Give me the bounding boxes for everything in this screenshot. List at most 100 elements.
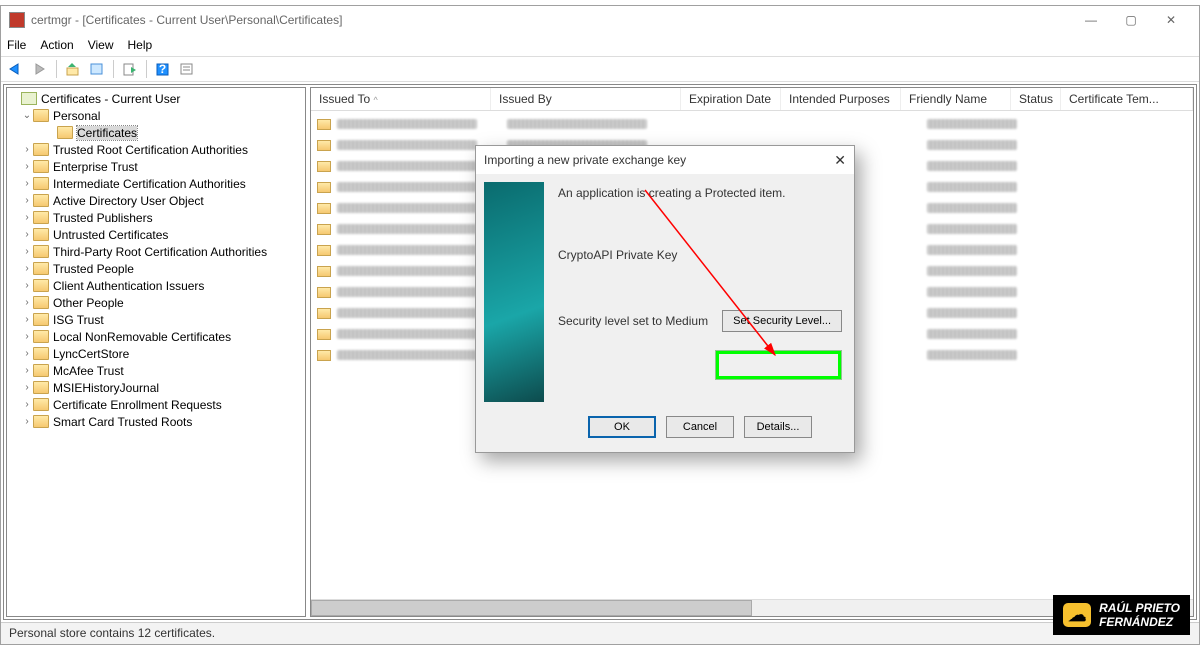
col-friendly[interactable]: Friendly Name <box>901 88 1011 110</box>
menu-action[interactable]: Action <box>40 38 73 52</box>
tree-item[interactable]: ›MSIEHistoryJournal <box>9 379 303 396</box>
folder-icon <box>33 296 49 309</box>
folder-icon <box>33 245 49 258</box>
tree-item[interactable]: ›Active Directory User Object <box>9 192 303 209</box>
col-purpose[interactable]: Intended Purposes <box>781 88 901 110</box>
expand-icon[interactable]: › <box>21 161 33 172</box>
tree-item[interactable]: ›Untrusted Certificates <box>9 226 303 243</box>
tree-root[interactable]: Certificates - Current User <box>41 92 180 106</box>
tree-pane[interactable]: Certificates - Current User ⌄ Personal Ce… <box>6 87 306 617</box>
folder-icon <box>33 143 49 156</box>
tree-item[interactable]: ›Trusted Publishers <box>9 209 303 226</box>
dialog-title: Importing a new private exchange key <box>484 153 834 167</box>
expand-icon[interactable]: › <box>21 331 33 342</box>
expand-icon[interactable]: › <box>21 365 33 376</box>
expand-icon[interactable]: ⌄ <box>21 110 33 121</box>
expand-icon[interactable]: › <box>21 297 33 308</box>
col-issued-by[interactable]: Issued By <box>491 88 681 110</box>
up-button[interactable] <box>62 58 84 80</box>
export-button[interactable] <box>119 58 141 80</box>
menu-view[interactable]: View <box>88 38 114 52</box>
list-item[interactable] <box>317 116 1187 132</box>
maximize-button[interactable]: ▢ <box>1111 7 1151 33</box>
tree-item[interactable]: ›Smart Card Trusted Roots <box>9 413 303 430</box>
tree-item[interactable]: ›Client Authentication Issuers <box>9 277 303 294</box>
dialog-sidebar-graphic <box>484 182 544 402</box>
folder-icon <box>33 262 49 275</box>
tree-item[interactable]: ›McAfee Trust <box>9 362 303 379</box>
watermark: ☁ RAÚL PRIETO FERNÁNDEZ <box>1053 595 1190 635</box>
col-issued-to[interactable]: Issued To ^ <box>311 88 491 110</box>
folder-icon <box>33 211 49 224</box>
expand-icon[interactable]: › <box>21 416 33 427</box>
expand-icon[interactable]: › <box>21 263 33 274</box>
expand-icon[interactable]: › <box>21 229 33 240</box>
dialog-line-2: CryptoAPI Private Key <box>558 248 842 262</box>
tree-item[interactable]: ›Third-Party Root Certification Authorit… <box>9 243 303 260</box>
expand-icon[interactable]: › <box>21 314 33 325</box>
menu-file[interactable]: File <box>7 38 26 52</box>
expand-icon[interactable]: › <box>21 144 33 155</box>
folder-icon <box>33 381 49 394</box>
folder-icon <box>33 330 49 343</box>
forward-button[interactable] <box>29 58 51 80</box>
tree-certificates[interactable]: Certificates <box>77 126 137 140</box>
folder-icon <box>33 313 49 326</box>
cancel-button[interactable]: Cancel <box>666 416 734 438</box>
folder-icon <box>33 364 49 377</box>
tree-item[interactable]: ›Intermediate Certification Authorities <box>9 175 303 192</box>
tree-item[interactable]: ›Enterprise Trust <box>9 158 303 175</box>
col-exp[interactable]: Expiration Date <box>681 88 781 110</box>
titlebar: certmgr - [Certificates - Current User\P… <box>1 6 1199 34</box>
menubar: File Action View Help <box>1 34 1199 56</box>
tree-item[interactable]: ›Local NonRemovable Certificates <box>9 328 303 345</box>
folder-icon <box>33 160 49 173</box>
help-button[interactable]: ? <box>152 58 174 80</box>
expand-icon[interactable]: › <box>21 178 33 189</box>
tree-item[interactable]: ›Certificate Enrollment Requests <box>9 396 303 413</box>
back-button[interactable] <box>5 58 27 80</box>
ok-button[interactable]: OK <box>588 416 656 438</box>
private-key-dialog: Importing a new private exchange key ✕ A… <box>475 145 855 453</box>
expand-icon[interactable]: › <box>21 212 33 223</box>
tree-item[interactable]: ›Trusted People <box>9 260 303 277</box>
tree-item[interactable]: ›ISG Trust <box>9 311 303 328</box>
list-header: Issued To ^ Issued By Expiration Date In… <box>311 88 1193 111</box>
toolbar: ? <box>1 56 1199 82</box>
expand-icon[interactable]: › <box>21 382 33 393</box>
folder-icon <box>33 109 49 122</box>
tree-item[interactable]: ›Trusted Root Certification Authorities <box>9 141 303 158</box>
tree-personal[interactable]: Personal <box>53 109 100 123</box>
statusbar: Personal store contains 12 certificates. <box>1 622 1199 644</box>
menu-help[interactable]: Help <box>128 38 153 52</box>
window-title: certmgr - [Certificates - Current User\P… <box>31 13 1071 27</box>
folder-icon <box>57 126 73 139</box>
folder-icon <box>33 194 49 207</box>
expand-icon[interactable]: › <box>21 348 33 359</box>
folder-icon <box>33 228 49 241</box>
folder-icon <box>33 279 49 292</box>
tree-item[interactable]: ›LyncCertStore <box>9 345 303 362</box>
list-view-button[interactable] <box>176 58 198 80</box>
dialog-close-icon[interactable]: ✕ <box>834 152 846 169</box>
folder-icon <box>33 415 49 428</box>
minimize-button[interactable]: — <box>1071 7 1111 33</box>
expand-icon[interactable]: › <box>21 280 33 291</box>
folder-icon <box>33 177 49 190</box>
expand-icon[interactable]: › <box>21 399 33 410</box>
dialog-line-1: An application is creating a Protected i… <box>558 186 842 200</box>
close-button[interactable]: ✕ <box>1151 7 1191 33</box>
brain-icon: ☁ <box>1063 603 1091 627</box>
props-button[interactable] <box>86 58 108 80</box>
col-template[interactable]: Certificate Tem... <box>1061 88 1193 110</box>
details-button[interactable]: Details... <box>744 416 812 438</box>
col-status[interactable]: Status <box>1011 88 1061 110</box>
svg-text:?: ? <box>159 62 166 76</box>
set-security-level-button[interactable]: Set Security Level... <box>722 310 842 332</box>
tree-item[interactable]: ›Other People <box>9 294 303 311</box>
expand-icon[interactable]: › <box>21 195 33 206</box>
folder-icon <box>33 347 49 360</box>
app-icon <box>9 12 25 28</box>
cert-root-icon <box>21 92 37 105</box>
expand-icon[interactable]: › <box>21 246 33 257</box>
